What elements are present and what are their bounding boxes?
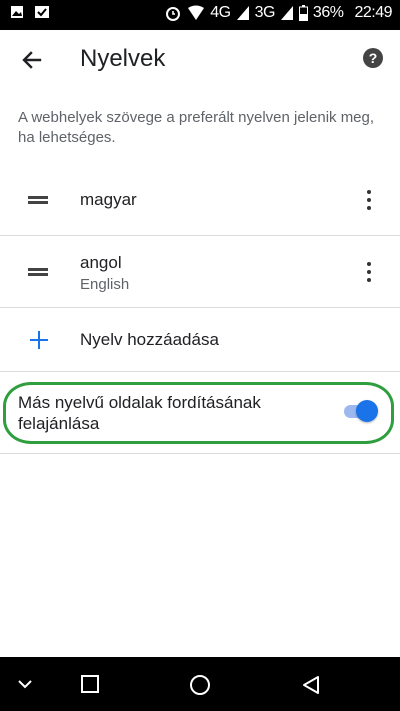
language-label: angol — [80, 253, 122, 272]
drag-handle-icon[interactable] — [28, 268, 48, 276]
image-icon — [11, 6, 23, 18]
home-circle-icon[interactable] — [189, 674, 211, 696]
status-bar: 4G 3G 36% 22:49 — [0, 0, 400, 30]
language-native-name: English — [80, 276, 130, 293]
drag-handle-icon[interactable] — [28, 196, 48, 204]
signal-icon — [236, 6, 249, 20]
page-title: Nyelvek — [80, 45, 166, 72]
battery-icon — [298, 5, 308, 21]
languages-description: A webhelyek szövege a preferált nyelven … — [18, 109, 375, 146]
overview-square-icon[interactable] — [80, 674, 100, 694]
battery-percent: 36% — [312, 4, 344, 21]
download-icon — [35, 6, 49, 18]
arrow-left-icon[interactable] — [18, 46, 46, 74]
back-triangle-icon[interactable] — [300, 674, 322, 696]
language-row: magyar — [0, 164, 400, 236]
language-label: magyar — [80, 190, 137, 209]
signal-icon — [280, 6, 293, 20]
chevron-down-icon[interactable] — [16, 677, 34, 691]
network-3g: 3G — [254, 4, 276, 21]
wifi-icon — [188, 5, 205, 20]
system-navigation-bar — [0, 657, 400, 711]
more-vert-icon[interactable] — [366, 190, 372, 210]
alarm-icon — [166, 7, 181, 21]
clock: 22:49 — [354, 4, 392, 21]
status-right: 4G 3G 36% 22:49 — [164, 4, 392, 22]
language-row: angol English — [0, 236, 400, 308]
add-language-label: Nyelv hozzáadása — [80, 330, 219, 349]
help-icon[interactable]: ? — [363, 48, 383, 68]
status-left — [10, 5, 50, 19]
app-toolbar: Nyelvek ? — [0, 30, 400, 88]
network-4g: 4G — [210, 4, 231, 21]
more-vert-icon[interactable] — [366, 262, 372, 282]
add-icon — [30, 331, 48, 349]
add-language-button[interactable]: Nyelv hozzáadása — [0, 308, 400, 372]
highlight-annotation — [3, 382, 394, 444]
